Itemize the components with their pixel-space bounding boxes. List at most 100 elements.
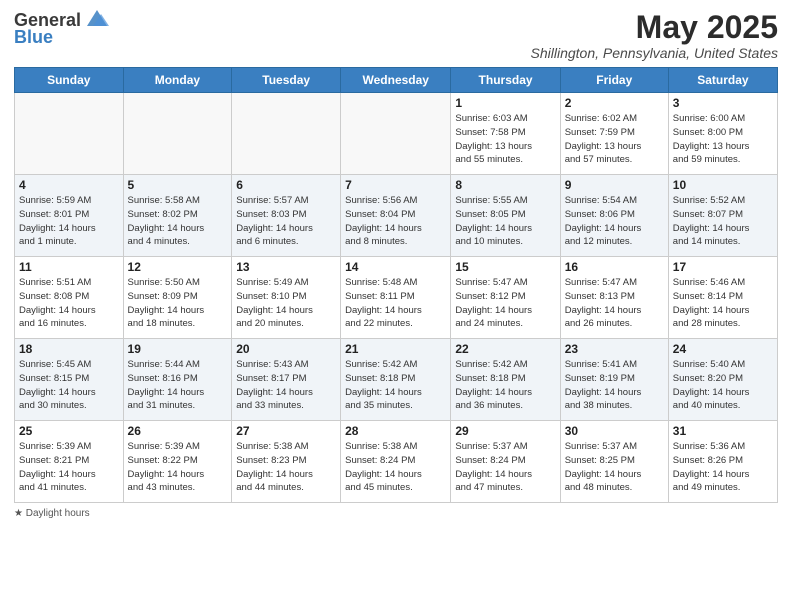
day-number: 18: [19, 342, 119, 356]
day-number: 11: [19, 260, 119, 274]
day-number: 31: [673, 424, 773, 438]
weekday-header: Friday: [560, 68, 668, 93]
day-info: Sunrise: 5:46 AM Sunset: 8:14 PM Dayligh…: [673, 276, 773, 331]
calendar-cell: 25 Sunrise: 5:39 AM Sunset: 8:21 PM Dayli…: [15, 421, 124, 503]
calendar-cell: 27Sunrise: 5:38 AM Sunset: 8:23 PM Dayli…: [232, 421, 341, 503]
day-number: 1: [455, 96, 555, 110]
day-number: 19: [128, 342, 228, 356]
calendar-cell: 16 Sunrise: 5:47 AM Sunset: 8:13 PM Dayli…: [560, 257, 668, 339]
day-info: Sunrise: 5:36 AM Sunset: 8:26 PM Dayligh…: [673, 440, 773, 495]
day-info: Sunrise: 5:50 AM Sunset: 8:09 PM Dayligh…: [128, 276, 228, 331]
day-number: 10: [673, 178, 773, 192]
day-number: 13: [236, 260, 336, 274]
day-number: 7: [345, 178, 446, 192]
day-number: 14: [345, 260, 446, 274]
title-block: May 2025 Shillington, Pennsylvania, Unit…: [531, 10, 778, 61]
calendar-cell: 13 Sunrise: 5:49 AM Sunset: 8:10 PM Dayli…: [232, 257, 341, 339]
day-info: Sunrise: 5:39 AM Sunset: 8:21 PM Dayligh…: [19, 440, 119, 495]
calendar-cell: 12 Sunrise: 5:50 AM Sunset: 8:09 PM Dayli…: [123, 257, 232, 339]
day-info: Sunrise: 5:41 AM Sunset: 8:19 PM Dayligh…: [565, 358, 664, 413]
calendar-week-row: 25 Sunrise: 5:39 AM Sunset: 8:21 PM Dayli…: [15, 421, 778, 503]
calendar-cell: 24Sunrise: 5:40 AM Sunset: 8:20 PM Dayli…: [668, 339, 777, 421]
calendar-cell: 20 Sunrise: 5:43 AM Sunset: 8:17 PM Dayli…: [232, 339, 341, 421]
day-number: 3: [673, 96, 773, 110]
day-info: Sunrise: 5:43 AM Sunset: 8:17 PM Dayligh…: [236, 358, 336, 413]
day-info: Sunrise: 5:42 AM Sunset: 8:18 PM Dayligh…: [345, 358, 446, 413]
day-info: Sunrise: 5:48 AM Sunset: 8:11 PM Dayligh…: [345, 276, 446, 331]
calendar-cell: 4 Sunrise: 5:59 AM Sunset: 8:01 PM Daylig…: [15, 175, 124, 257]
calendar-cell: 30 Sunrise: 5:37 AM Sunset: 8:25 PM Dayli…: [560, 421, 668, 503]
day-info: Sunrise: 5:52 AM Sunset: 8:07 PM Dayligh…: [673, 194, 773, 249]
day-number: 20: [236, 342, 336, 356]
legend: ★ Daylight hours: [14, 508, 778, 519]
day-info: Sunrise: 5:58 AM Sunset: 8:02 PM Dayligh…: [128, 194, 228, 249]
day-info: Sunrise: 5:49 AM Sunset: 8:10 PM Dayligh…: [236, 276, 336, 331]
day-number: 30: [565, 424, 664, 438]
day-number: 8: [455, 178, 555, 192]
calendar-cell: [341, 93, 451, 175]
weekday-header: Saturday: [668, 68, 777, 93]
day-number: 27: [236, 424, 336, 438]
day-info: Sunrise: 5:39 AM Sunset: 8:22 PM Dayligh…: [128, 440, 228, 495]
calendar-cell: 29Sunrise: 5:37 AM Sunset: 8:24 PM Dayli…: [451, 421, 560, 503]
calendar-cell: 10 Sunrise: 5:52 AM Sunset: 8:07 PM Dayli…: [668, 175, 777, 257]
calendar-cell: 1 Sunrise: 6:03 AM Sunset: 7:58 PM Daylig…: [451, 93, 560, 175]
day-number: 12: [128, 260, 228, 274]
calendar-week-row: 4 Sunrise: 5:59 AM Sunset: 8:01 PM Daylig…: [15, 175, 778, 257]
location: Shillington, Pennsylvania, United States: [531, 45, 778, 61]
calendar-cell: 22 Sunrise: 5:42 AM Sunset: 8:18 PM Dayli…: [451, 339, 560, 421]
calendar-cell: [232, 93, 341, 175]
day-info: Sunrise: 5:45 AM Sunset: 8:15 PM Dayligh…: [19, 358, 119, 413]
calendar-cell: 31 Sunrise: 5:36 AM Sunset: 8:26 PM Dayli…: [668, 421, 777, 503]
day-number: 28: [345, 424, 446, 438]
day-number: 9: [565, 178, 664, 192]
calendar-cell: 5 Sunrise: 5:58 AM Sunset: 8:02 PM Daylig…: [123, 175, 232, 257]
day-info: Sunrise: 5:59 AM Sunset: 8:01 PM Dayligh…: [19, 194, 119, 249]
day-number: 16: [565, 260, 664, 274]
day-info: Sunrise: 5:47 AM Sunset: 8:12 PM Dayligh…: [455, 276, 555, 331]
calendar-cell: 3 Sunrise: 6:00 AM Sunset: 8:00 PM Daylig…: [668, 93, 777, 175]
day-info: Sunrise: 5:37 AM Sunset: 8:25 PM Dayligh…: [565, 440, 664, 495]
day-info: Sunrise: 5:38 AM Sunset: 8:24 PM Dayligh…: [345, 440, 446, 495]
day-number: 17: [673, 260, 773, 274]
day-number: 6: [236, 178, 336, 192]
calendar-cell: [15, 93, 124, 175]
calendar-cell: 8Sunrise: 5:55 AM Sunset: 8:05 PM Daylig…: [451, 175, 560, 257]
calendar-cell: 7Sunrise: 5:56 AM Sunset: 8:04 PM Daylig…: [341, 175, 451, 257]
calendar-week-row: 1 Sunrise: 6:03 AM Sunset: 7:58 PM Daylig…: [15, 93, 778, 175]
day-info: Sunrise: 5:42 AM Sunset: 8:18 PM Dayligh…: [455, 358, 555, 413]
calendar-cell: [123, 93, 232, 175]
day-info: Sunrise: 5:47 AM Sunset: 8:13 PM Dayligh…: [565, 276, 664, 331]
day-info: Sunrise: 5:37 AM Sunset: 8:24 PM Dayligh…: [455, 440, 555, 495]
calendar-header-row: SundayMondayTuesdayWednesdayThursdayFrid…: [15, 68, 778, 93]
day-number: 2: [565, 96, 664, 110]
calendar-week-row: 11 Sunrise: 5:51 AM Sunset: 8:08 PM Dayli…: [15, 257, 778, 339]
day-info: Sunrise: 6:03 AM Sunset: 7:58 PM Dayligh…: [455, 112, 555, 167]
calendar-cell: 26Sunrise: 5:39 AM Sunset: 8:22 PM Dayli…: [123, 421, 232, 503]
day-number: 4: [19, 178, 119, 192]
weekday-header: Wednesday: [341, 68, 451, 93]
day-number: 15: [455, 260, 555, 274]
day-info: Sunrise: 5:54 AM Sunset: 8:06 PM Dayligh…: [565, 194, 664, 249]
calendar-cell: 21 Sunrise: 5:42 AM Sunset: 8:18 PM Dayli…: [341, 339, 451, 421]
day-info: Sunrise: 5:44 AM Sunset: 8:16 PM Dayligh…: [128, 358, 228, 413]
calendar-cell: 11 Sunrise: 5:51 AM Sunset: 8:08 PM Dayli…: [15, 257, 124, 339]
calendar-cell: 18 Sunrise: 5:45 AM Sunset: 8:15 PM Dayli…: [15, 339, 124, 421]
day-number: 22: [455, 342, 555, 356]
day-info: Sunrise: 5:57 AM Sunset: 8:03 PM Dayligh…: [236, 194, 336, 249]
weekday-header: Sunday: [15, 68, 124, 93]
day-number: 21: [345, 342, 446, 356]
logo: General Blue: [14, 10, 111, 48]
day-number: 25: [19, 424, 119, 438]
calendar-cell: 28 Sunrise: 5:38 AM Sunset: 8:24 PM Dayli…: [341, 421, 451, 503]
weekday-header: Monday: [123, 68, 232, 93]
day-number: 23: [565, 342, 664, 356]
calendar-cell: 23 Sunrise: 5:41 AM Sunset: 8:19 PM Dayli…: [560, 339, 668, 421]
day-info: Sunrise: 5:51 AM Sunset: 8:08 PM Dayligh…: [19, 276, 119, 331]
logo-text-blue: Blue: [14, 27, 53, 47]
day-info: Sunrise: 6:00 AM Sunset: 8:00 PM Dayligh…: [673, 112, 773, 167]
page-header: General Blue May 2025 Shillington, Penns…: [14, 10, 778, 61]
weekday-header: Tuesday: [232, 68, 341, 93]
calendar-cell: 6 Sunrise: 5:57 AM Sunset: 8:03 PM Daylig…: [232, 175, 341, 257]
day-number: 5: [128, 178, 228, 192]
